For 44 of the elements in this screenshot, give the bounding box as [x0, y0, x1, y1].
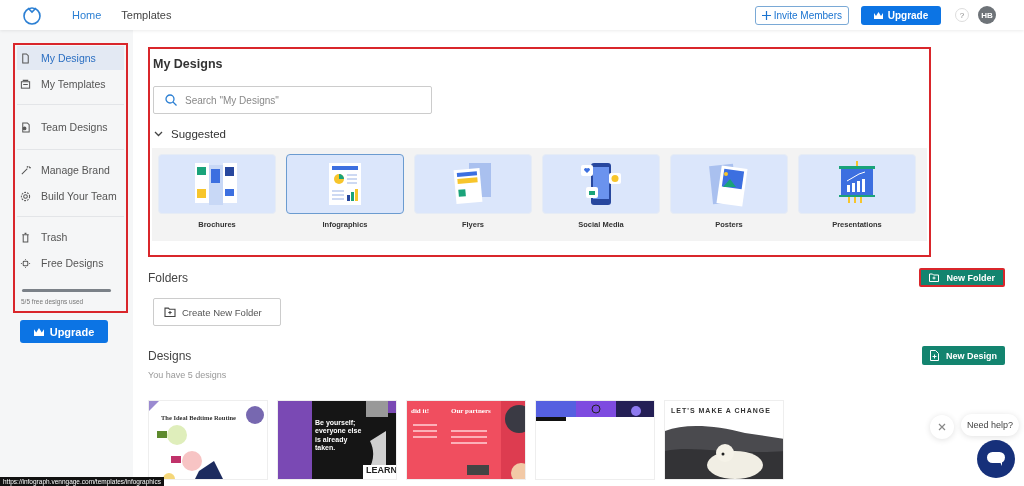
- file-plus-icon: [930, 350, 939, 361]
- document-person-icon: [20, 121, 31, 133]
- file-icon: [20, 52, 31, 64]
- sidebar-item[interactable]: Trash: [17, 225, 124, 249]
- section-title: Designs: [148, 348, 192, 363]
- wand-icon: [20, 164, 31, 176]
- design-text: LEARN: [366, 465, 396, 476]
- chat-button[interactable]: [977, 440, 1015, 478]
- sidebar-item[interactable]: Build Your Team: [17, 184, 124, 208]
- sparkle-box-icon: [20, 257, 31, 269]
- sidebar-item[interactable]: Manage Brand: [17, 158, 124, 182]
- help-bubble[interactable]: Need help?: [960, 414, 1019, 436]
- new-folder-button[interactable]: New Folder: [919, 268, 1005, 287]
- nav-link[interactable]: Home: [72, 9, 102, 21]
- suggested-toggle[interactable]: Suggested: [154, 128, 927, 140]
- sidebar-item[interactable]: My Designs: [17, 46, 124, 70]
- chat-icon: [987, 452, 1005, 466]
- sidebar-item[interactable]: Team Designs: [17, 115, 124, 139]
- plus-icon: [761, 10, 771, 20]
- invite-members-button[interactable]: Invite Members: [754, 5, 849, 25]
- crown-icon: [873, 11, 883, 19]
- trash-icon: [20, 231, 31, 243]
- search-field[interactable]: Search "My Designs": [153, 86, 432, 114]
- logo-icon[interactable]: [22, 5, 42, 25]
- design-thumbnail[interactable]: [535, 400, 655, 480]
- close-icon: [938, 423, 946, 431]
- sidebar-item[interactable]: Free Designs: [17, 251, 124, 275]
- template-tile[interactable]: [286, 154, 404, 214]
- upgrade-button[interactable]: Upgrade: [861, 5, 941, 25]
- upgrade-button[interactable]: Upgrade: [20, 320, 108, 343]
- create-folder-button[interactable]: Create New Folder: [153, 298, 281, 326]
- folder-plus-icon: [164, 307, 176, 317]
- template-icon: [20, 78, 31, 90]
- section-title: My Designs: [153, 57, 224, 71]
- design-count: You have 5 designs: [148, 370, 228, 380]
- sidebar-item[interactable]: My Templates: [17, 72, 124, 96]
- chevron-icon: [154, 131, 163, 137]
- folder-plus-icon: [929, 273, 940, 282]
- new-design-button[interactable]: New Design: [922, 346, 1005, 365]
- nav-link[interactable]: Templates: [121, 9, 172, 21]
- user-avatar[interactable]: HB: [978, 6, 996, 24]
- crown-icon: [33, 327, 44, 336]
- section-title: Folders: [148, 270, 188, 285]
- settings-icon: [20, 190, 31, 202]
